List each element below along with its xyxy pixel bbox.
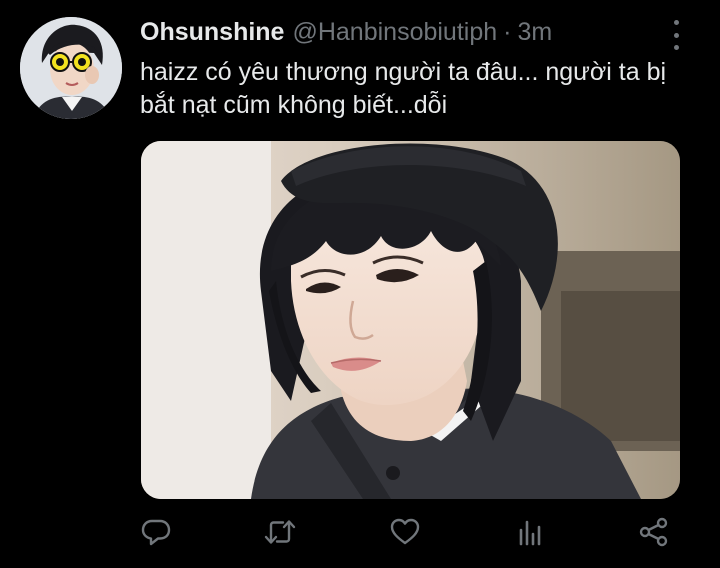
separator: · xyxy=(503,18,512,46)
share-icon[interactable] xyxy=(632,508,676,556)
like-icon[interactable] xyxy=(383,508,427,556)
retweet-icon[interactable] xyxy=(258,508,302,556)
tweet[interactable]: Ohsunshine @Hanbinsobiutiph · 3m haizz c… xyxy=(0,0,720,568)
tweet-header: Ohsunshine @Hanbinsobiutiph · 3m xyxy=(140,18,552,52)
tweet-photo[interactable] xyxy=(141,141,680,499)
reply-icon[interactable] xyxy=(134,508,178,556)
analytics-icon[interactable] xyxy=(508,508,552,556)
user-handle[interactable]: @Hanbinsobiutiph xyxy=(292,18,497,47)
tweet-actions xyxy=(0,508,720,556)
more-options-icon[interactable] xyxy=(666,20,686,50)
timestamp[interactable]: 3m xyxy=(517,18,552,47)
tweet-text: haizz có yêu thương người ta đâu... ngườ… xyxy=(140,58,667,119)
avatar[interactable] xyxy=(20,17,122,119)
display-name[interactable]: Ohsunshine xyxy=(140,18,284,47)
